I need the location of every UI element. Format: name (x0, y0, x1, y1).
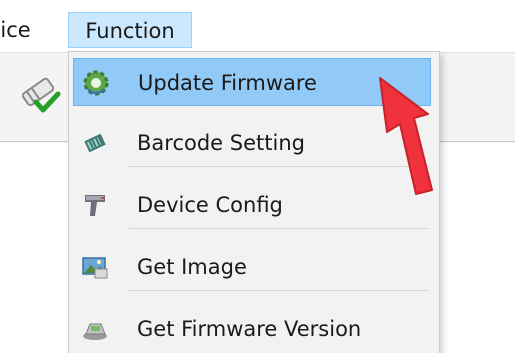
connect-check-icon (21, 77, 61, 113)
menu-bar: vice Function (0, 0, 515, 52)
menu-item-label: Update Firmware (138, 71, 317, 95)
menu-separator (129, 228, 429, 229)
menu-item-label: Barcode Setting (137, 131, 305, 155)
menu-device[interactable]: vice (0, 12, 41, 48)
menu-item-get-image[interactable]: Get Image (73, 243, 431, 291)
annotation-arrow-icon (379, 77, 433, 195)
gear-update-icon (82, 69, 110, 97)
barcode-card-icon (81, 129, 109, 157)
menu-item-get-firmware-version[interactable]: Get Firmware Version (73, 305, 431, 353)
menu-function[interactable]: Function (68, 12, 192, 48)
menu-item-label: Device Config (137, 193, 283, 217)
connect-device-button[interactable] (16, 70, 64, 116)
barcode-scanner-icon (81, 191, 109, 219)
menu-item-label: Get Image (137, 255, 247, 279)
menu-separator (129, 290, 429, 291)
menu-item-label: Get Firmware Version (137, 317, 362, 341)
picture-icon (81, 253, 109, 281)
device-version-icon (81, 315, 109, 343)
